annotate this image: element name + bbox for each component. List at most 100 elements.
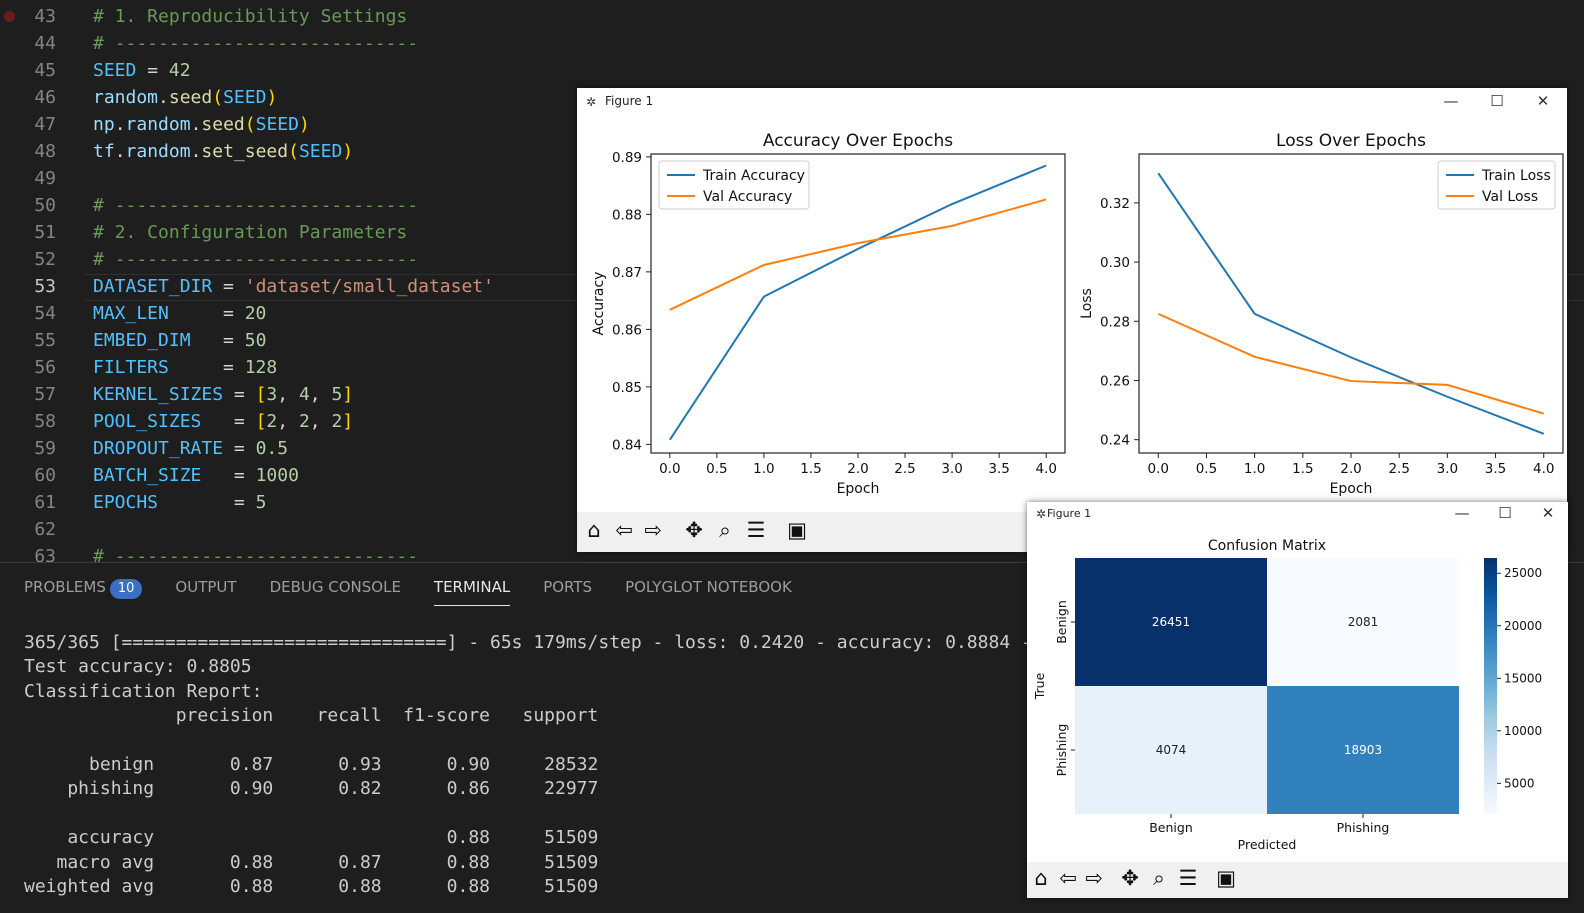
problems-count-badge: 10	[109, 579, 143, 599]
terminal-line: weighted avg 0.88 0.88 0.88 51509	[24, 876, 599, 898]
code-token: )	[266, 87, 278, 108]
code-token: # ----------------------------	[93, 33, 419, 54]
code-token: 50	[244, 330, 267, 351]
colorbar-tick-label: 20000	[1504, 619, 1542, 633]
chart-title: Accuracy Over Epochs	[763, 131, 953, 151]
tab-label: DEBUG CONSOLE	[269, 578, 401, 596]
code-token: 'dataset/small_dataset'	[244, 276, 494, 297]
x-tick-label: 0.0	[1148, 461, 1169, 477]
line-number: 44	[34, 33, 56, 54]
tab-terminal[interactable]: TERMINAL	[433, 575, 511, 606]
code-token: POOL_SIZES	[93, 411, 202, 432]
pan-icon[interactable]: ✥	[1116, 864, 1144, 892]
figure-title: Figure 1	[1047, 507, 1092, 520]
close-button[interactable]: ✕	[1533, 92, 1553, 110]
figure-window-confusion: ✲ Figure 1 — ☐ ✕ Confusion Matrix 26451 20…	[1027, 502, 1568, 898]
x-tick-label: Phishing	[1337, 820, 1390, 835]
y-tick-label: 0.26	[1100, 373, 1130, 389]
home-icon[interactable]: ⌂	[580, 516, 608, 544]
code-token: 0.5	[255, 438, 289, 459]
back-arrow-icon[interactable]: ⇦	[1054, 864, 1082, 892]
tab-problems[interactable]: PROBLEMS 10	[24, 575, 143, 605]
tab-output[interactable]: OUTPUT	[175, 575, 236, 605]
code-text: random.seed(SEED)	[93, 84, 277, 111]
code-token: ,	[277, 411, 299, 432]
x-tick-label: 3.0	[1437, 461, 1458, 477]
code-token: KERNEL_SIZES	[93, 384, 224, 405]
code-token: .	[190, 141, 202, 162]
code-token: =	[190, 330, 245, 351]
maximize-button[interactable]: ☐	[1487, 92, 1507, 110]
code-token: =	[168, 303, 245, 324]
y-axis-label: Loss	[1079, 288, 1095, 319]
close-button[interactable]: ✕	[1538, 504, 1558, 522]
figure-titlebar[interactable]: ✲ Figure 1 — ☐ ✕	[1027, 502, 1568, 526]
minimize-button[interactable]: —	[1441, 92, 1461, 110]
code-token: SEED	[93, 60, 137, 81]
forward-arrow-icon[interactable]: ⇨	[639, 516, 667, 544]
save-icon[interactable]: ▣	[1212, 864, 1240, 892]
x-axis-label: Epoch	[837, 481, 880, 497]
code-token: # ----------------------------	[93, 195, 419, 216]
tab-label: PROBLEMS	[24, 578, 106, 596]
code-token: DATASET_DIR	[93, 276, 213, 297]
code-text: # ----------------------------	[93, 246, 418, 273]
minimize-button[interactable]: —	[1452, 504, 1472, 522]
configure-subplots-icon[interactable]: ☰	[742, 516, 770, 544]
code-token: set_seed	[201, 141, 289, 162]
back-arrow-icon[interactable]: ⇦	[610, 516, 638, 544]
terminal-line: Test accuracy: 0.8805	[24, 656, 252, 678]
code-text: # ----------------------------	[93, 192, 418, 219]
x-tick-label: 0.5	[1196, 461, 1217, 477]
colorbar	[1484, 558, 1497, 814]
x-tick-label: 1.0	[753, 461, 774, 477]
tab-ports[interactable]: PORTS	[543, 575, 592, 605]
zoom-icon[interactable]: ⌕	[1145, 864, 1173, 892]
maximize-button[interactable]: ☐	[1495, 504, 1515, 522]
cell-value-label: 18903	[1344, 743, 1382, 757]
matplotlib-logo-icon: ✲	[1036, 507, 1047, 521]
code-text: BATCH_SIZE = 1000	[93, 462, 299, 489]
code-token: .	[190, 114, 202, 135]
x-tick-label: 1.0	[1244, 461, 1265, 477]
code-token: tf	[93, 141, 115, 162]
code-token: (	[244, 114, 256, 135]
line-number: 45	[34, 60, 56, 81]
series-line-train-loss	[1157, 172, 1545, 435]
legend-label: Train Loss	[1481, 168, 1551, 184]
confusion-matrix-chart: Confusion Matrix 26451 2081 4074 18903 Benign…	[1032, 538, 1542, 852]
cell-value-label: 26451	[1152, 615, 1190, 629]
tab-label: POLYGLOT NOTEBOOK	[625, 578, 792, 596]
zoom-icon[interactable]: ⌕	[711, 516, 739, 544]
line-number: 46	[34, 87, 56, 108]
terminal-output[interactable]: 365/365 [==============================]…	[24, 631, 1054, 899]
line-number: 49	[34, 168, 56, 189]
code-token: ]	[342, 411, 354, 432]
line-number: 52	[34, 249, 56, 270]
x-tick-label: 4.0	[1035, 461, 1056, 477]
x-tick-label: 0.5	[706, 461, 727, 477]
terminal-line: precision recall f1-score support	[24, 705, 599, 727]
code-token: =	[136, 60, 169, 81]
forward-arrow-icon[interactable]: ⇨	[1080, 864, 1108, 892]
code-token: (	[212, 87, 224, 108]
tab-polyglot-notebook[interactable]: POLYGLOT NOTEBOOK	[625, 575, 792, 605]
code-token: random	[125, 141, 191, 162]
code-token: )	[298, 114, 310, 135]
code-token: # 2. Configuration Parameters	[93, 222, 408, 243]
line-number: 63	[34, 546, 56, 562]
code-token: 1000	[255, 465, 299, 486]
matplotlib-logo-icon: ✲	[586, 95, 597, 109]
home-icon[interactable]: ⌂	[1027, 864, 1055, 892]
x-tick-label: 1.5	[1292, 461, 1313, 477]
save-icon[interactable]: ▣	[783, 516, 811, 544]
code-token: ,	[309, 384, 332, 405]
pan-icon[interactable]: ✥	[680, 516, 708, 544]
configure-subplots-icon[interactable]: ☰	[1174, 864, 1202, 892]
tab-debug-console[interactable]: DEBUG CONSOLE	[270, 575, 401, 605]
legend-label: Train Accuracy	[702, 168, 805, 184]
code-token: ,	[277, 384, 299, 405]
code-token: )	[342, 141, 354, 162]
figure-titlebar[interactable]: ✲ Figure 1 — ☐ ✕	[577, 88, 1567, 116]
line-number: 61	[34, 492, 56, 513]
